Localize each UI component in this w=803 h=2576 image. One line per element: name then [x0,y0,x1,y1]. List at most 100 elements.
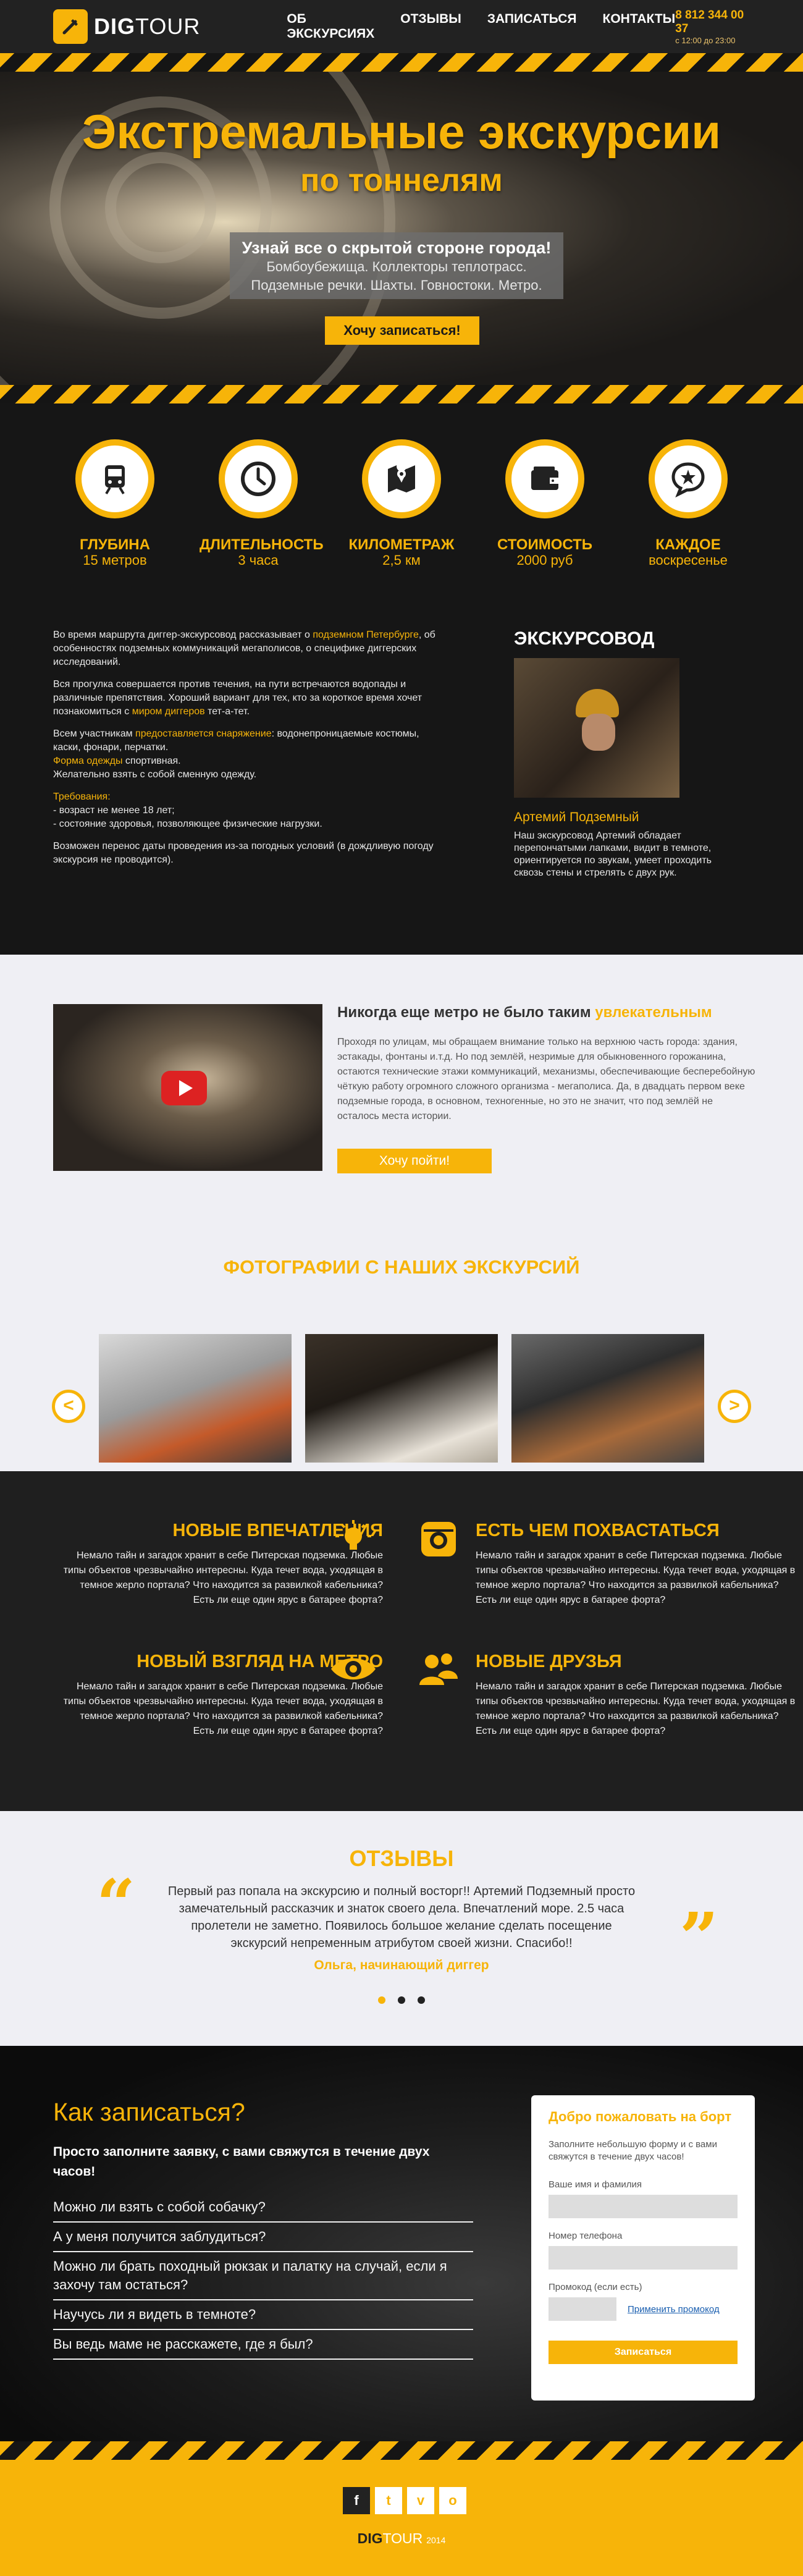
reviews-title: ОТЗЫВЫ [349,1846,454,1871]
about-dress-highlight: Форма одежды [53,756,123,766]
phone-field[interactable] [549,2246,738,2270]
nav-about[interactable]: ОБ ЭКСКУРСИЯХ [287,12,374,41]
site-logo[interactable]: DIGTOUR [53,9,200,44]
video-text: Никогда еще метро не было таким увлекате… [337,1004,757,1173]
faq-item[interactable]: Вы ведь маме не расскажете, где я был? [53,2330,473,2360]
gallery-prev-button[interactable]: < [52,1390,85,1423]
footer-brand: DIGTOUR 2014 [0,2530,803,2547]
stat-schedule: КАЖДОЕ воскресенье [629,439,747,628]
about-clothes: Желательно взять с собой сменную одежду. [53,769,257,780]
stat-value: 3 часа [238,552,279,568]
stat-title: ГЛУБИНА [80,536,150,553]
nav-reviews[interactable]: ОТЗЫВЫ [400,12,461,41]
gallery-section: ФОТОГРАФИИ С НАШИХ ЭКСКУРСИЙ < > [0,1244,803,1471]
stat-value: 15 метров [83,552,147,568]
lightbulb-icon [330,1516,377,1563]
review-pager [0,1996,803,2004]
form-hint: Заполните небольшую форму и с вами свяжу… [549,2139,717,2162]
social-links: f t v o [343,2487,466,2514]
nav-signup[interactable]: ЗАПИСАТЬСЯ [487,12,577,41]
stat-title: КАЖДОЕ [655,536,721,553]
pager-dot[interactable] [398,1996,405,2004]
feature-text: Немало тайн и загадок хранит в себе Пите… [476,1681,796,1736]
stat-value: 2,5 км [382,552,421,568]
hero-subtitle: по тоннелям [300,163,503,198]
name-field[interactable] [549,2195,738,2218]
hazard-stripe-top [0,53,803,72]
faq-item[interactable]: А у меня получится заблудиться? [53,2223,473,2252]
about-p1-highlight: подземном Петербурге [313,630,419,640]
feature-title: НОВЫЕ ДРУЗЬЯ [476,1652,622,1671]
site-footer: f t v o DIGTOUR 2014 [0,2460,803,2576]
video-heading-highlight: увлекательным [595,1004,712,1021]
faq-item[interactable]: Можно ли брать походный рюкзак и палатку… [53,2252,473,2300]
phone-number[interactable]: 8 812 344 00 37 [675,9,750,36]
hero-lead: Узнай все о скрытой стороне города! [242,239,552,257]
video-player[interactable] [53,1004,322,1171]
about-p3-highlight: предоставляется снаряжение [135,728,272,739]
vimeo-icon[interactable]: v [407,2487,434,2514]
friends-icon [415,1645,462,1692]
reviews-section: ОТЗЫВЫ “ Первый раз попала на экскурсию … [0,1811,803,2046]
logo-text-dig: DIG [94,14,136,39]
guide-name: Артемий Подземный [514,810,639,824]
requirements-title: Требования: [53,792,111,802]
footer-year: 2014 [426,2535,446,2545]
about-dress: спортивная. [122,756,181,766]
play-icon[interactable] [161,1071,207,1105]
about-p4: Возможен перенос даты проведения из-за п… [53,841,434,865]
signup-lead: Просто заполните заявку, с вами свяжутся… [53,2145,430,2179]
hero-line-2: Подземные речки. Шахты. Говностоки. Метр… [251,277,542,293]
features-section: НОВЫЕ ВПЕЧАТЛЕНИЯ Немало тайн и загадок … [0,1471,803,1811]
about-text: Во время маршрута диггер-экскурсовод рас… [53,628,448,876]
stat-value: воскресенье [649,552,728,568]
faq-item[interactable]: Можно ли взять с собой собачку? [53,2193,473,2223]
about-p2-end: тет-а-тет. [204,706,250,717]
map-pin-icon [368,446,435,512]
stat-title: КИЛОМЕТРАЖ [348,536,455,553]
apply-promo-link[interactable]: Применить промокод [628,2304,720,2315]
video-section: Никогда еще метро не было таким увлекате… [0,955,803,1244]
promo-label: Промокод (если есть) [549,2282,642,2292]
pager-dot[interactable] [378,1996,385,2004]
video-paragraph: Проходя по улицам, мы обращаем внимание … [337,1037,755,1121]
eye-icon [330,1645,377,1692]
hero-line-1: Бомбоубежища. Коллекторы теплотрасс. [266,259,527,274]
stat-distance: КИЛОМЕТРАЖ 2,5 км [343,439,460,628]
faq-item[interactable]: Научусь ли я видеть в темноте? [53,2300,473,2330]
stat-value: 2000 руб [516,552,573,568]
signup-form: Добро пожаловать на борт Заполните небол… [531,2095,755,2401]
working-hours: с 12:00 до 23:00 [675,35,736,45]
guide-description: Наш экскурсовод Артемий обладает перепон… [514,830,712,878]
hero-signup-button[interactable]: Хочу записаться! [325,316,479,345]
name-label: Ваше имя и фамилия [549,2179,642,2190]
open-quote-icon: “ [96,1864,136,1944]
pager-dot[interactable] [418,1996,425,2004]
guide-card: ЭКСКУРСОВОД Артемий Подземный Наш экскур… [514,628,718,879]
twitter-icon[interactable]: t [375,2487,402,2514]
hero-title: Экстремальные экскурсии [82,104,721,159]
want-to-go-button[interactable]: Хочу пойти! [337,1149,492,1173]
odnoklassniki-icon[interactable]: o [439,2487,466,2514]
promo-field[interactable] [549,2297,616,2321]
gallery-photo[interactable] [99,1334,292,1463]
stats-section: ГЛУБИНА 15 метров ДЛИТЕЛЬНОСТЬ 3 часа КИ… [0,403,803,628]
header-contacts: 8 812 344 00 37 с 12:00 до 23:00 [675,9,750,45]
requirement-item: - состояние здоровья, позволяющее физиче… [53,819,322,829]
logo-text-tour: TOUR [135,14,201,39]
facebook-icon[interactable]: f [343,2487,370,2514]
form-title: Добро пожаловать на борт [549,2109,732,2124]
gallery-next-button[interactable]: > [718,1390,751,1423]
signup-title: Как записаться? [53,2098,245,2126]
gallery-photo[interactable] [511,1334,704,1463]
about-section: Во время маршрута диггер-экскурсовод рас… [0,628,803,955]
requirement-item: - возраст не менее 18 лет; [53,805,175,816]
faq-list: Можно ли взять с собой собачку? А у меня… [53,2193,473,2360]
submit-button[interactable]: Записаться [549,2341,738,2364]
main-nav: ОБ ЭКСКУРСИЯХ ОТЗЫВЫ ЗАПИСАТЬСЯ КОНТАКТЫ [287,12,675,41]
camera-icon [415,1516,462,1563]
gallery-photo[interactable] [305,1334,498,1463]
nav-contacts[interactable]: КОНТАКТЫ [603,12,676,41]
feature-item: ЕСТЬ ЧЕМ ПОХВАСТАТЬСЯ Немало тайн и зага… [476,1521,797,1608]
metro-icon [82,446,148,512]
